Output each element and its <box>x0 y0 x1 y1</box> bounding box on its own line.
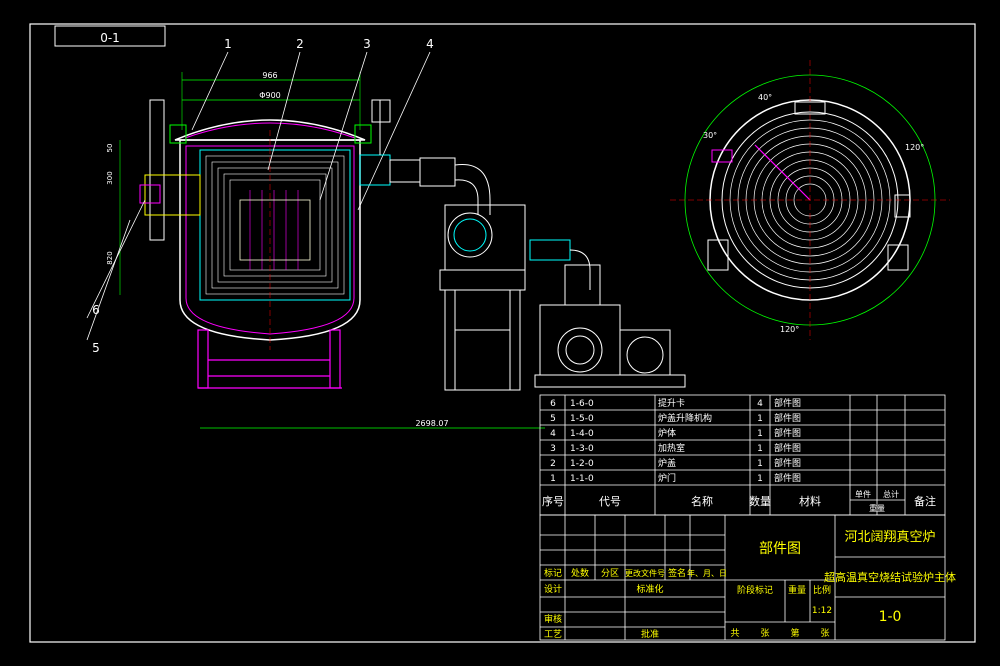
parts-cell-name: 炉门 <box>658 472 676 484</box>
parts-cell-material: 部件图 <box>774 427 801 439</box>
parts-cell-no: 3 <box>550 444 556 454</box>
parts-cell-code: 1-6-0 <box>570 399 594 409</box>
parts-cell-name: 加热室 <box>658 442 685 454</box>
center-title: 部件图 <box>759 541 801 557</box>
scale-value: 1:12 <box>812 606 832 616</box>
hdr-weight: 重量 <box>869 503 885 513</box>
dim-top-outer: 966 <box>262 71 277 80</box>
parts-cell-no: 2 <box>550 459 556 469</box>
parts-cell-no: 6 <box>550 399 556 409</box>
drawing-name: 超高温真空烧结试验炉主体 <box>824 570 956 584</box>
rev-col-2: 分区 <box>601 568 619 579</box>
callout-1: 1 <box>224 37 232 51</box>
callout-2: 2 <box>296 37 304 51</box>
rev-col-5: 年、月、日 <box>687 568 727 578</box>
parts-cell-no: 1 <box>550 474 556 484</box>
scale-label: 比例 <box>813 584 831 596</box>
rev-col-1: 处数 <box>571 567 589 579</box>
parts-cell-code: 1-4-0 <box>570 429 594 439</box>
parts-list: 6 1-6-0 提升卡 4 部件图 5 1-5-0 炉盖升降机构 1 部件图 4 1-4-0 炉体 1 部件… <box>539 394 946 516</box>
rev-col-4: 签名 <box>668 567 686 579</box>
design-label: 设计 <box>544 583 562 595</box>
vacuum-pump-system <box>359 99 686 391</box>
hdr-name: 名称 <box>691 494 713 508</box>
hdr-unit: 单件 <box>855 489 871 499</box>
top-view: 40° 30° 120° 120° <box>670 60 950 340</box>
stage-label: 阶段标记 <box>737 584 773 596</box>
parts-cell-name: 炉盖 <box>658 457 676 469</box>
standardize-label: 标准化 <box>636 583 663 595</box>
dim-bottom: 2698.07 <box>415 419 448 428</box>
furnace-assembly: 966 Φ900 50 300 820 2698.07 1 2 3 4 6 5 <box>86 37 545 429</box>
parts-cell-no: 5 <box>550 414 556 424</box>
parts-cell-code: 1-5-0 <box>570 414 594 424</box>
cad-drawing: 0-1 966 Φ900 50 300 820 2698.07 1 2 3 4 … <box>29 23 976 643</box>
sheets-label: 张 <box>760 628 769 639</box>
parts-cell-material: 部件图 <box>774 472 801 484</box>
company-name: 河北阔翔真空炉 <box>844 530 935 545</box>
parts-cell-qty: 4 <box>757 399 763 409</box>
sheet-no: 第 <box>790 627 799 639</box>
callout-3: 3 <box>363 37 371 51</box>
parts-cell-qty: 1 <box>757 459 763 469</box>
hdr-code: 代号 <box>599 495 621 508</box>
angle-40: 40° <box>758 93 772 102</box>
callout-6: 6 <box>92 303 100 317</box>
angle-30: 30° <box>703 131 717 140</box>
rev-col-0: 标记 <box>544 567 562 579</box>
parts-cell-name: 炉盖升降机构 <box>658 412 712 424</box>
dim-top-inner: Φ900 <box>259 91 281 100</box>
parts-cell-code: 1-2-0 <box>570 459 594 469</box>
hdr-no: 序号 <box>542 494 564 508</box>
parts-cell-name: 炉体 <box>658 427 676 439</box>
hdr-qty: 数量 <box>749 495 771 508</box>
parts-cell-qty: 1 <box>757 444 763 454</box>
process-label: 工艺 <box>544 629 562 640</box>
dim-left-2: 300 <box>106 171 114 184</box>
sheet-label: 张 <box>820 628 829 639</box>
drawing-border <box>29 23 976 643</box>
parts-cell-code: 1-1-0 <box>570 474 594 484</box>
parts-cell-material: 部件图 <box>774 457 801 469</box>
callout-4: 4 <box>426 37 434 51</box>
approve-label: 批准 <box>641 628 659 640</box>
parts-cell-qty: 1 <box>757 474 763 484</box>
hdr-material: 材料 <box>799 494 821 508</box>
dim-left-3: 820 <box>106 251 114 264</box>
angle-120-right: 120° <box>905 143 924 152</box>
callout-5: 5 <box>92 341 100 355</box>
parts-cell-no: 4 <box>550 429 556 439</box>
rev-col-3: 更改文件号 <box>625 568 665 578</box>
hdr-remark: 备注 <box>914 494 936 508</box>
parts-cell-qty: 1 <box>757 429 763 439</box>
hdr-total: 总计 <box>883 489 899 499</box>
dim-left-1: 50 <box>106 144 114 153</box>
parts-cell-code: 1-3-0 <box>570 444 594 454</box>
parts-cell-name: 提升卡 <box>658 397 685 409</box>
weight-label: 重量 <box>788 584 806 596</box>
angle-120-bottom: 120° <box>780 325 799 334</box>
parts-cell-material: 部件图 <box>774 442 801 454</box>
parts-cell-material: 部件图 <box>774 397 801 409</box>
parts-cell-qty: 1 <box>757 414 763 424</box>
title-block: 标记 处数 分区 更改文件号 签名 年、月、日 设计 标准化 审核 工艺 批准 … <box>539 514 956 641</box>
drawing-no: 1-0 <box>879 609 902 625</box>
sheets-total: 共 <box>730 628 739 639</box>
review-label: 审核 <box>544 613 562 625</box>
code-box-text: 0-1 <box>100 31 120 45</box>
parts-cell-material: 部件图 <box>774 412 801 424</box>
